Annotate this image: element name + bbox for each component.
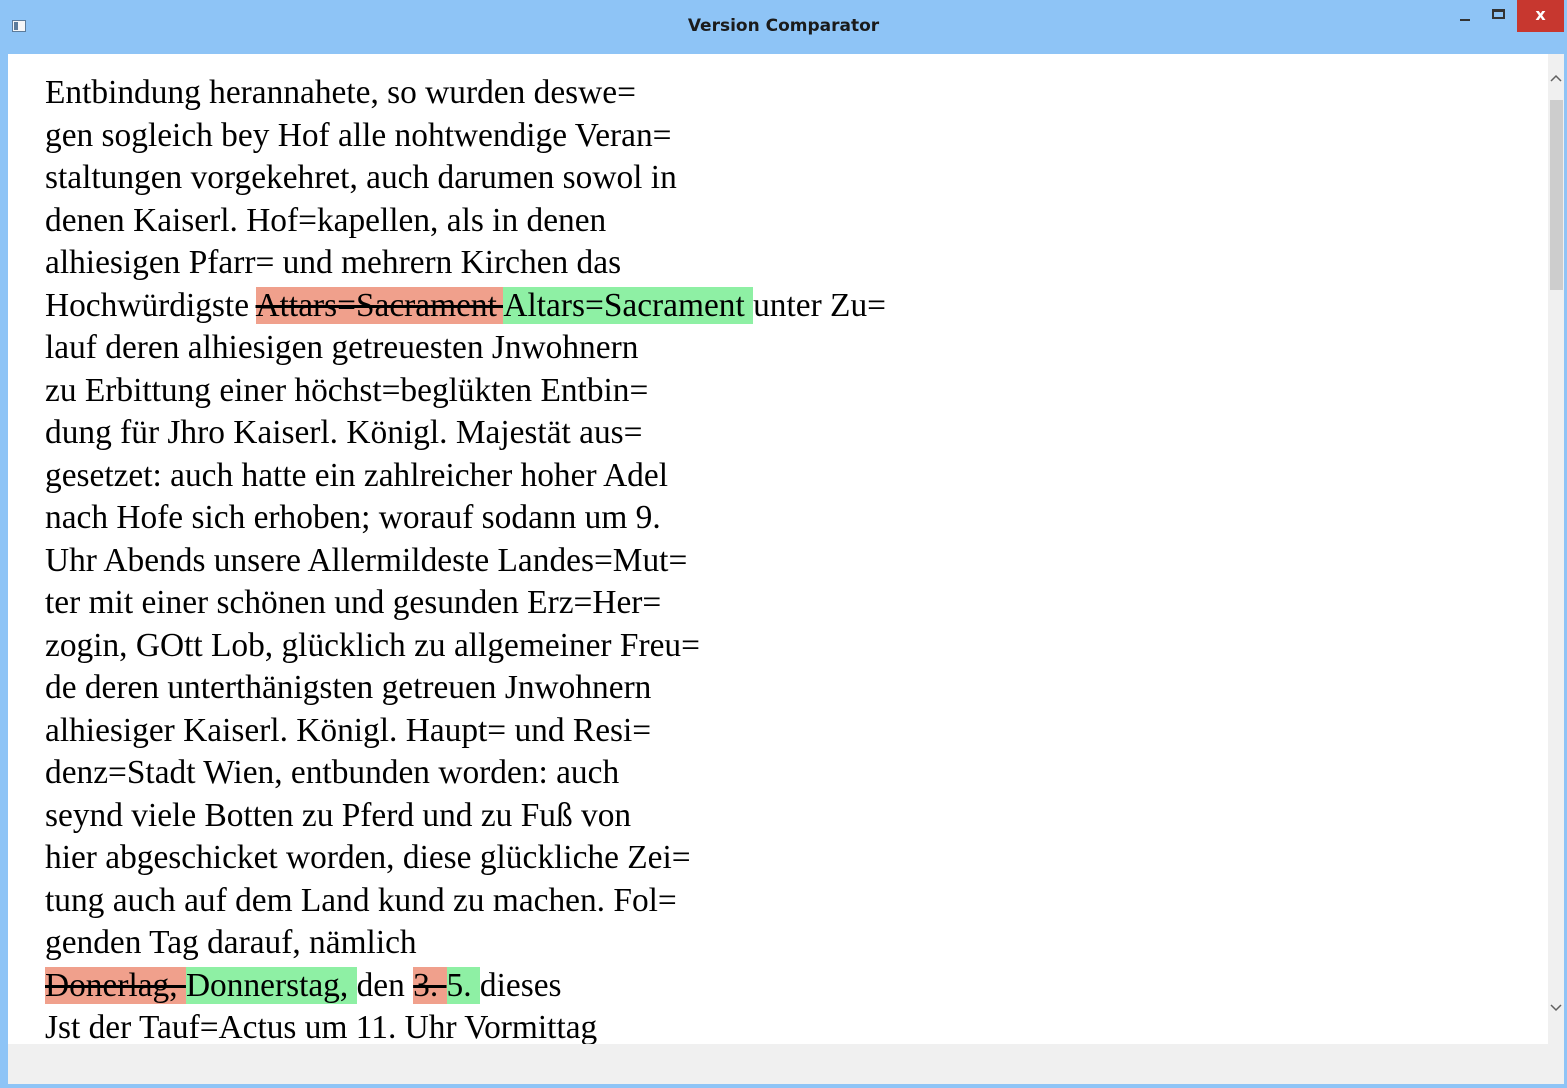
minimize-button[interactable] [1450,0,1482,34]
chevron-down-icon[interactable] [1548,1002,1564,1032]
line-text: Uhr Abends unsere Allermildeste Landes=M… [45,541,688,579]
line-text: Hochwürdigste [45,286,256,324]
status-bar [8,1044,1564,1084]
line-text: denen Kaiserl. Hof=kapellen, als in dene… [45,201,607,239]
text-line: tung auch auf dem Land kund zu machen. F… [45,880,886,923]
deleted-text: Donerlag, [45,966,186,1004]
text-line: staltungen vorgekehret, auch darumen sow… [45,157,886,200]
line-text: de deren unterthänigsten getreuen Jnwohn… [45,669,652,706]
line-text: alhiesiger Kaiserl. Königl. Haupt= und R… [45,711,652,749]
line-text: den [356,966,414,1004]
line-text: tung auch auf dem Land kund zu machen. F… [45,881,677,919]
close-button[interactable]: x [1517,0,1564,32]
inserted-text: Altars=Sacrament [503,286,754,324]
maximize-icon [1492,9,1505,19]
text-line: seynd viele Botten zu Pferd und zu Fuß v… [45,795,886,838]
close-icon: x [1535,5,1546,24]
inserted-text: Donnerstag, [185,966,357,1004]
text-line: nach Hofe sich erhoben; worauf sodann um… [45,497,886,540]
line-text: gen sogleich bey Hof alle nohtwendige Ve… [45,116,672,154]
text-line: alhiesiger Kaiserl. Königl. Haupt= und R… [45,710,886,753]
text-line: alhiesigen Pfarr= und mehrern Kirchen da… [45,242,886,285]
text-line: ter mit einer schönen und gesunden Erz=H… [45,582,886,625]
line-text: staltungen vorgekehret, auch darumen sow… [45,159,677,196]
vertical-scrollbar[interactable] [1548,54,1564,1044]
text-line: genden Tag darauf, nämlich [45,922,886,965]
document-text: Entbindung herannahete, so wurden deswe=… [45,72,886,1044]
deleted-text: 3. [413,966,447,1004]
text-line: denz=Stadt Wien, entbunden worden: auch [45,752,886,795]
line-text: gesetzet: auch hatte ein zahlreicher hoh… [45,456,668,494]
line-text: nach Hofe sich erhoben; worauf sodann um… [45,499,661,536]
text-line: hier abgeschicket worden, diese glücklic… [45,837,886,880]
text-line: Jst der Tauf=Actus um 11. Uhr Vormittag [45,1007,886,1044]
title-bar[interactable]: Version Comparator x [0,0,1567,54]
minimize-icon [1460,19,1470,21]
line-text: seynd viele Botten zu Pferd und zu Fuß v… [45,796,632,834]
line-text: ter mit einer schönen und gesunden Erz=H… [45,584,662,621]
line-text: dung für Jhro Kaiserl. Königl. Majestät … [45,414,643,451]
scrollbar-thumb[interactable] [1550,100,1563,290]
maximize-button[interactable] [1483,0,1515,34]
comparison-text-view[interactable]: Entbindung herannahete, so wurden deswe=… [8,54,1548,1044]
text-line: de deren unterthänigsten getreuen Jnwohn… [45,667,886,710]
line-text: Jst der Tauf=Actus um 11. Uhr Vormittag [45,1009,598,1044]
inserted-text: 5. [446,966,480,1004]
text-line: zu Erbittung einer höchst=beglükten Entb… [45,370,886,413]
window-title: Version Comparator [687,16,880,36]
chevron-up-icon[interactable] [1548,72,1564,102]
text-line: Uhr Abends unsere Allermildeste Landes=M… [45,540,886,583]
window-client-area: Entbindung herannahete, so wurden deswe=… [8,54,1564,1084]
text-line: denen Kaiserl. Hof=kapellen, als in dene… [45,200,886,243]
line-text: alhiesigen Pfarr= und mehrern Kirchen da… [45,244,622,281]
deleted-text: Attars=Sacrament [255,286,504,324]
line-text: dieses [479,966,562,1004]
line-text: Entbindung herannahete, so wurden deswe= [45,74,636,111]
text-line: Entbindung herannahete, so wurden deswe= [45,72,886,115]
line-text: genden Tag darauf, nämlich [45,924,417,961]
text-line: gesetzet: auch hatte ein zahlreicher hoh… [45,455,886,498]
text-line: gen sogleich bey Hof alle nohtwendige Ve… [45,115,886,158]
line-text: unter Zu= [753,286,886,324]
text-line: dung für Jhro Kaiserl. Königl. Majestät … [45,412,886,455]
line-text: zu Erbittung einer höchst=beglükten Entb… [45,371,649,409]
text-line: Hochwürdigste Attars=Sacrament Altars=Sa… [45,285,886,328]
text-line: lauf deren alhiesigen getreuesten Jnwohn… [45,327,886,370]
line-text: denz=Stadt Wien, entbunden worden: auch [45,754,620,791]
text-line: zogin, GOtt Lob, glücklich zu allgemeine… [45,625,886,668]
line-text: zogin, GOtt Lob, glücklich zu allgemeine… [45,626,700,664]
text-line: Donerlag, Donnerstag, den 3. 5. dieses [45,965,886,1008]
line-text: hier abgeschicket worden, diese glücklic… [45,839,691,876]
line-text: lauf deren alhiesigen getreuesten Jnwohn… [45,329,639,366]
